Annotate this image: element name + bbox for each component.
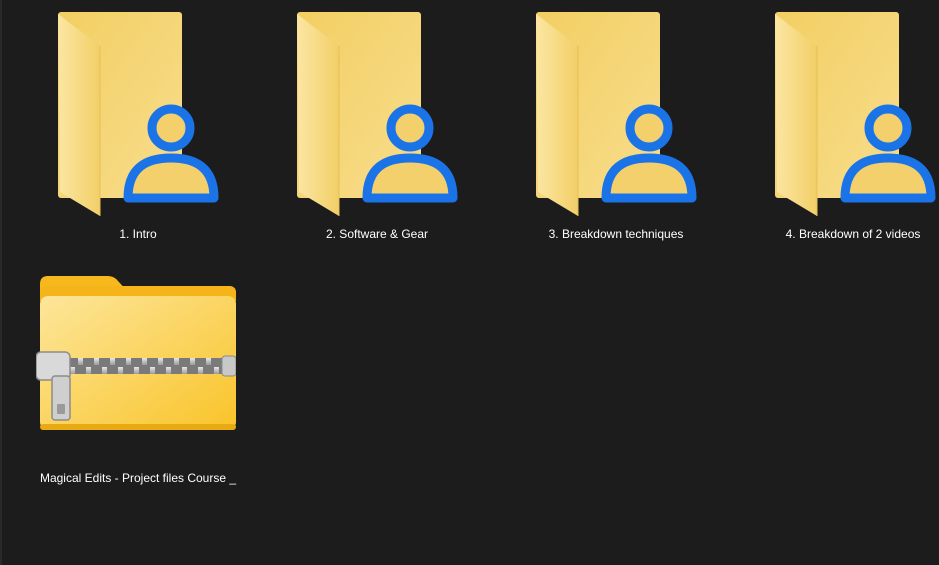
shared-folder-icon bbox=[58, 12, 219, 216]
folder-item-breakdown-techniques[interactable]: 3. Breakdown techniques bbox=[506, 0, 726, 250]
folder-item-breakdown-2-videos[interactable]: 4. Breakdown of 2 videos bbox=[745, 0, 939, 250]
pane-divider bbox=[0, 0, 2, 565]
folder-item-intro[interactable]: 1. Intro bbox=[28, 0, 248, 250]
folder-name-label: 1. Intro bbox=[119, 227, 157, 241]
folder-item-software-gear[interactable]: 2. Software & Gear bbox=[267, 0, 487, 250]
file-explorer-view: 1. Intro 2. Software & Gear 3. Breakdown… bbox=[0, 0, 939, 565]
zip-folder-icon bbox=[36, 276, 236, 430]
folder-name-label: 3. Breakdown techniques bbox=[548, 227, 684, 241]
zip-file-name-label: Magical Edits - Project files Course _ bbox=[39, 471, 237, 485]
folder-name-label: 4. Breakdown of 2 videos bbox=[785, 227, 921, 241]
shared-folder-icon bbox=[536, 12, 697, 216]
shared-folder-icon bbox=[297, 12, 458, 216]
shared-folder-icon bbox=[775, 12, 936, 216]
zip-file-item[interactable]: Magical Edits - Project files Course _ bbox=[28, 262, 248, 492]
folder-name-label: 2. Software & Gear bbox=[325, 227, 429, 241]
